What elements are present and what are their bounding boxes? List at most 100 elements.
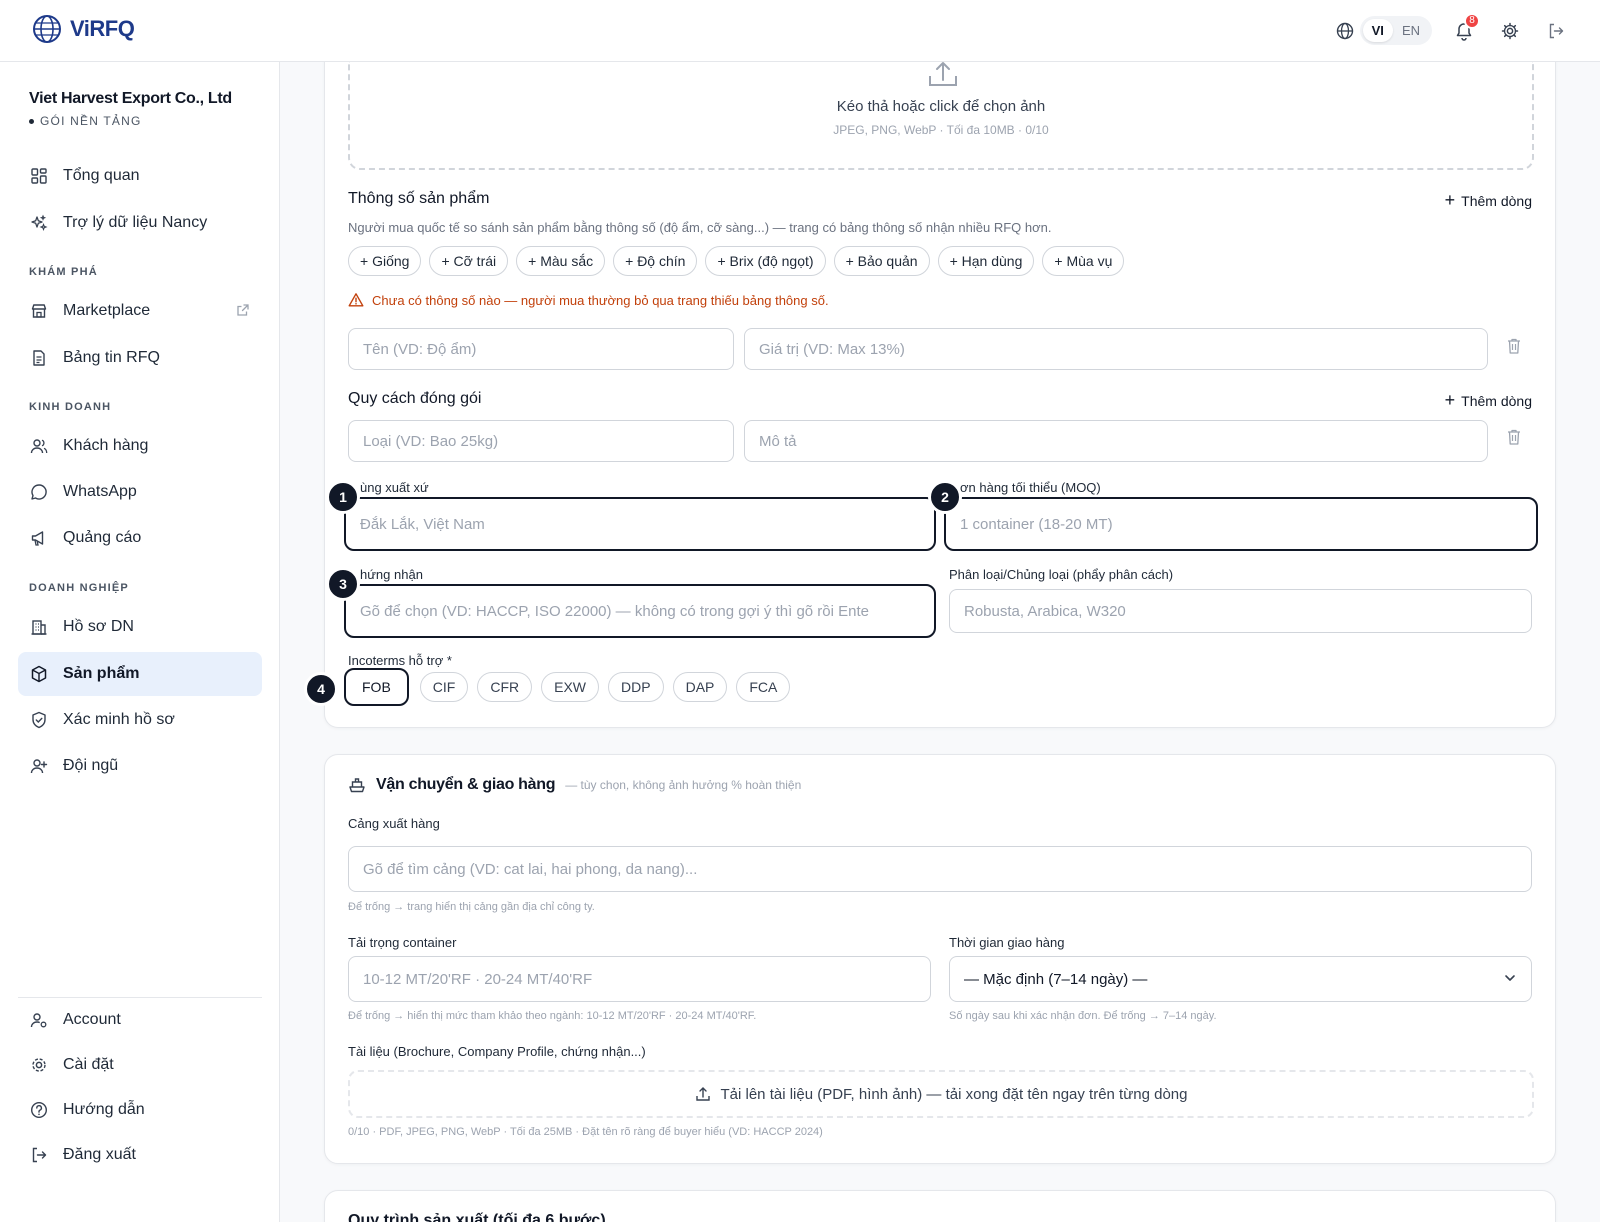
trash-icon: [1508, 338, 1520, 354]
lang-en-button[interactable]: EN: [1393, 19, 1429, 42]
sidebar-item-assistant[interactable]: Trợ lý dữ liệu Nancy: [18, 201, 262, 245]
incoterm-fob[interactable]: FOB: [344, 668, 409, 706]
specs-add-row-button[interactable]: + Thêm dòng: [1445, 190, 1532, 211]
documents-upload-label: Tải lên tài liệu (PDF, hình ảnh) — tải x…: [720, 1085, 1188, 1103]
moq-label: ơn hàng tối thiểu (MOQ): [960, 480, 1101, 495]
trash-icon: [1508, 429, 1520, 445]
top-bar: ViRFQ VI EN 8: [0, 0, 1600, 62]
user-plus-icon: [29, 756, 49, 776]
sidebar-item-marketplace[interactable]: Marketplace: [18, 289, 262, 333]
chat-bubble-icon: [29, 482, 49, 502]
lead-time-label: Thời gian giao hàng: [949, 935, 1065, 950]
logout-icon: [29, 1145, 49, 1165]
callout-marker-2: 2: [928, 480, 962, 514]
sidebar-item-verify[interactable]: Xác minh hồ sơ: [18, 698, 262, 742]
warning-text: Chưa có thông số nào — người mua thường …: [372, 292, 829, 308]
spec-suggestion-chips: + Giống + Cỡ trái + Màu sắc + Độ chín + …: [348, 246, 1125, 276]
origin-input[interactable]: Đắk Lắk, Việt Nam: [344, 497, 936, 551]
notifications-button[interactable]: 8: [1450, 12, 1480, 45]
logout-top-button[interactable]: [1542, 17, 1570, 45]
sidebar-item-team[interactable]: Đội ngũ: [18, 744, 262, 788]
incoterm-dap[interactable]: DAP: [672, 672, 728, 702]
port-label: Cảng xuất hàng: [348, 816, 440, 831]
spec-chip-variety[interactable]: + Giống: [348, 246, 422, 276]
spec-name-input[interactable]: Tên (VD: Độ ẩm): [348, 328, 734, 370]
spec-value-input[interactable]: Giá trị (VD: Max 13%): [744, 328, 1488, 370]
sidebar-item-profile[interactable]: Hồ sơ DN: [18, 605, 262, 649]
logo[interactable]: ViRFQ: [32, 14, 135, 44]
incoterm-ddp[interactable]: DDP: [608, 672, 664, 702]
spec-chip-ripeness[interactable]: + Độ chín: [613, 246, 698, 276]
incoterm-fca[interactable]: FCA: [736, 672, 791, 702]
sidebar-item-label: Xác minh hồ sơ: [63, 711, 175, 728]
spec-chip-fruit-size[interactable]: + Cỡ trái: [429, 246, 509, 276]
shipping-header: Vận chuyển & giao hàng — tùy chọn, không…: [348, 776, 801, 794]
sidebar-item-products[interactable]: Sản phẩm: [18, 652, 262, 696]
sidebar-item-account[interactable]: Account: [18, 998, 262, 1042]
shipping-title: Vận chuyển & giao hàng: [376, 776, 556, 793]
sidebar-item-whatsapp[interactable]: WhatsApp: [18, 470, 262, 514]
sidebar-item-label: Tổng quan: [63, 167, 140, 184]
external-link-icon: [236, 303, 250, 322]
sidebar-item-guide[interactable]: Hướng dẫn: [18, 1088, 262, 1132]
port-search-input[interactable]: Gõ để tìm cảng (VD: cat lai, hai phong, …: [348, 846, 1532, 892]
chevron-down-icon: [1503, 971, 1517, 989]
moq-input[interactable]: 1 container (18-20 MT): [944, 497, 1538, 551]
documents-upload-button[interactable]: Tải lên tài liệu (PDF, hình ảnh) — tải x…: [348, 1070, 1534, 1118]
document-icon: [29, 348, 49, 368]
certification-input[interactable]: Gõ để chọn (VD: HACCP, ISO 22000) — khôn…: [344, 584, 936, 638]
lang-vi-button[interactable]: VI: [1362, 19, 1393, 42]
sidebar-item-label: Bảng tin RFQ: [63, 349, 160, 366]
company-info: Viet Harvest Export Co., Ltd GÓI NỀN TẢN…: [29, 90, 232, 128]
spec-chip-brix[interactable]: + Brix (độ ngọt): [705, 246, 826, 276]
sidebar-item-logout[interactable]: Đăng xuất: [18, 1133, 262, 1177]
spec-delete-button[interactable]: [1506, 337, 1522, 360]
ship-icon: [349, 778, 365, 793]
sidebar-item-label: Quảng cáo: [63, 529, 142, 546]
lead-time-select[interactable]: — Mặc định (7–14 ngày) —: [949, 956, 1532, 1002]
spec-chip-season[interactable]: + Mùa vụ: [1042, 246, 1125, 276]
help-circle-icon: [29, 1100, 49, 1120]
packing-description-textarea[interactable]: Mô tả: [744, 420, 1488, 462]
sidebar-item-label: Sản phẩm: [63, 665, 140, 682]
gear-icon: [29, 1055, 49, 1075]
image-dropzone[interactable]: Kéo thả hoặc click để chọn ảnh JPEG, PNG…: [348, 60, 1534, 170]
lead-time-hint: Số ngày sau khi xác nhận đơn. Để trống →…: [949, 1010, 1217, 1022]
packing-add-row-button[interactable]: + Thêm dòng: [1445, 390, 1532, 411]
packing-type-input[interactable]: Loại (VD: Bao 25kg): [348, 420, 734, 462]
spec-chip-storage[interactable]: + Bảo quản: [833, 246, 930, 276]
sidebar-item-settings[interactable]: Cài đặt: [18, 1043, 262, 1087]
certification-label: hứng nhận: [360, 567, 423, 582]
settings-button[interactable]: [1496, 17, 1524, 45]
sidebar-item-ads[interactable]: Quảng cáo: [18, 516, 262, 560]
variety-label: Phân loại/Chủng loại (phẩy phân cách): [949, 567, 1174, 582]
incoterm-cfr[interactable]: CFR: [477, 672, 533, 702]
specs-warning: Chưa có thông số nào — người mua thường …: [348, 292, 829, 308]
globe-icon: [1336, 22, 1353, 39]
spec-chip-color[interactable]: + Màu sắc: [516, 246, 606, 276]
add-row-label: Thêm dòng: [1461, 192, 1532, 209]
spec-chip-shelf-life[interactable]: + Hạn dùng: [937, 246, 1035, 276]
sidebar-item-label: Đội ngũ: [63, 757, 119, 774]
variety-input[interactable]: Robusta, Arabica, W320: [949, 589, 1532, 633]
incoterm-exw[interactable]: EXW: [541, 672, 600, 702]
incoterm-cif[interactable]: CIF: [419, 672, 469, 702]
section-business: KINH DOANH: [29, 401, 112, 413]
sidebar-item-label: Hướng dẫn: [63, 1101, 145, 1118]
dropzone-subtitle: JPEG, PNG, WebP · Tối đa 10MB · 0/10: [833, 123, 1049, 137]
callout-marker-4: 4: [304, 672, 338, 706]
sidebar-item-overview[interactable]: Tổng quan: [18, 154, 262, 198]
globe-logo-icon: [33, 15, 61, 43]
sidebar: Viet Harvest Export Co., Ltd GÓI NỀN TẢN…: [0, 62, 280, 1222]
container-load-input[interactable]: 10-12 MT/20'RF · 20-24 MT/40'RF: [348, 956, 931, 1002]
container-load-hint: Để trống → hiển thị mức tham khảo theo n…: [348, 1010, 757, 1022]
sidebar-item-customers[interactable]: Khách hàng: [18, 424, 262, 468]
notification-count-badge: 8: [1464, 12, 1480, 29]
sidebar-item-rfq-board[interactable]: Bảng tin RFQ: [18, 336, 262, 380]
container-load-label: Tải trọng container: [348, 935, 457, 950]
lead-time-value: — Mặc định (7–14 ngày) —: [964, 970, 1148, 988]
origin-label: ùng xuất xứ: [360, 480, 429, 495]
language-switcher: VI EN: [1336, 16, 1432, 45]
production-process-title: Quy trình sản xuất (tối đa 6 bước): [348, 1212, 606, 1222]
packing-delete-button[interactable]: [1506, 428, 1522, 451]
